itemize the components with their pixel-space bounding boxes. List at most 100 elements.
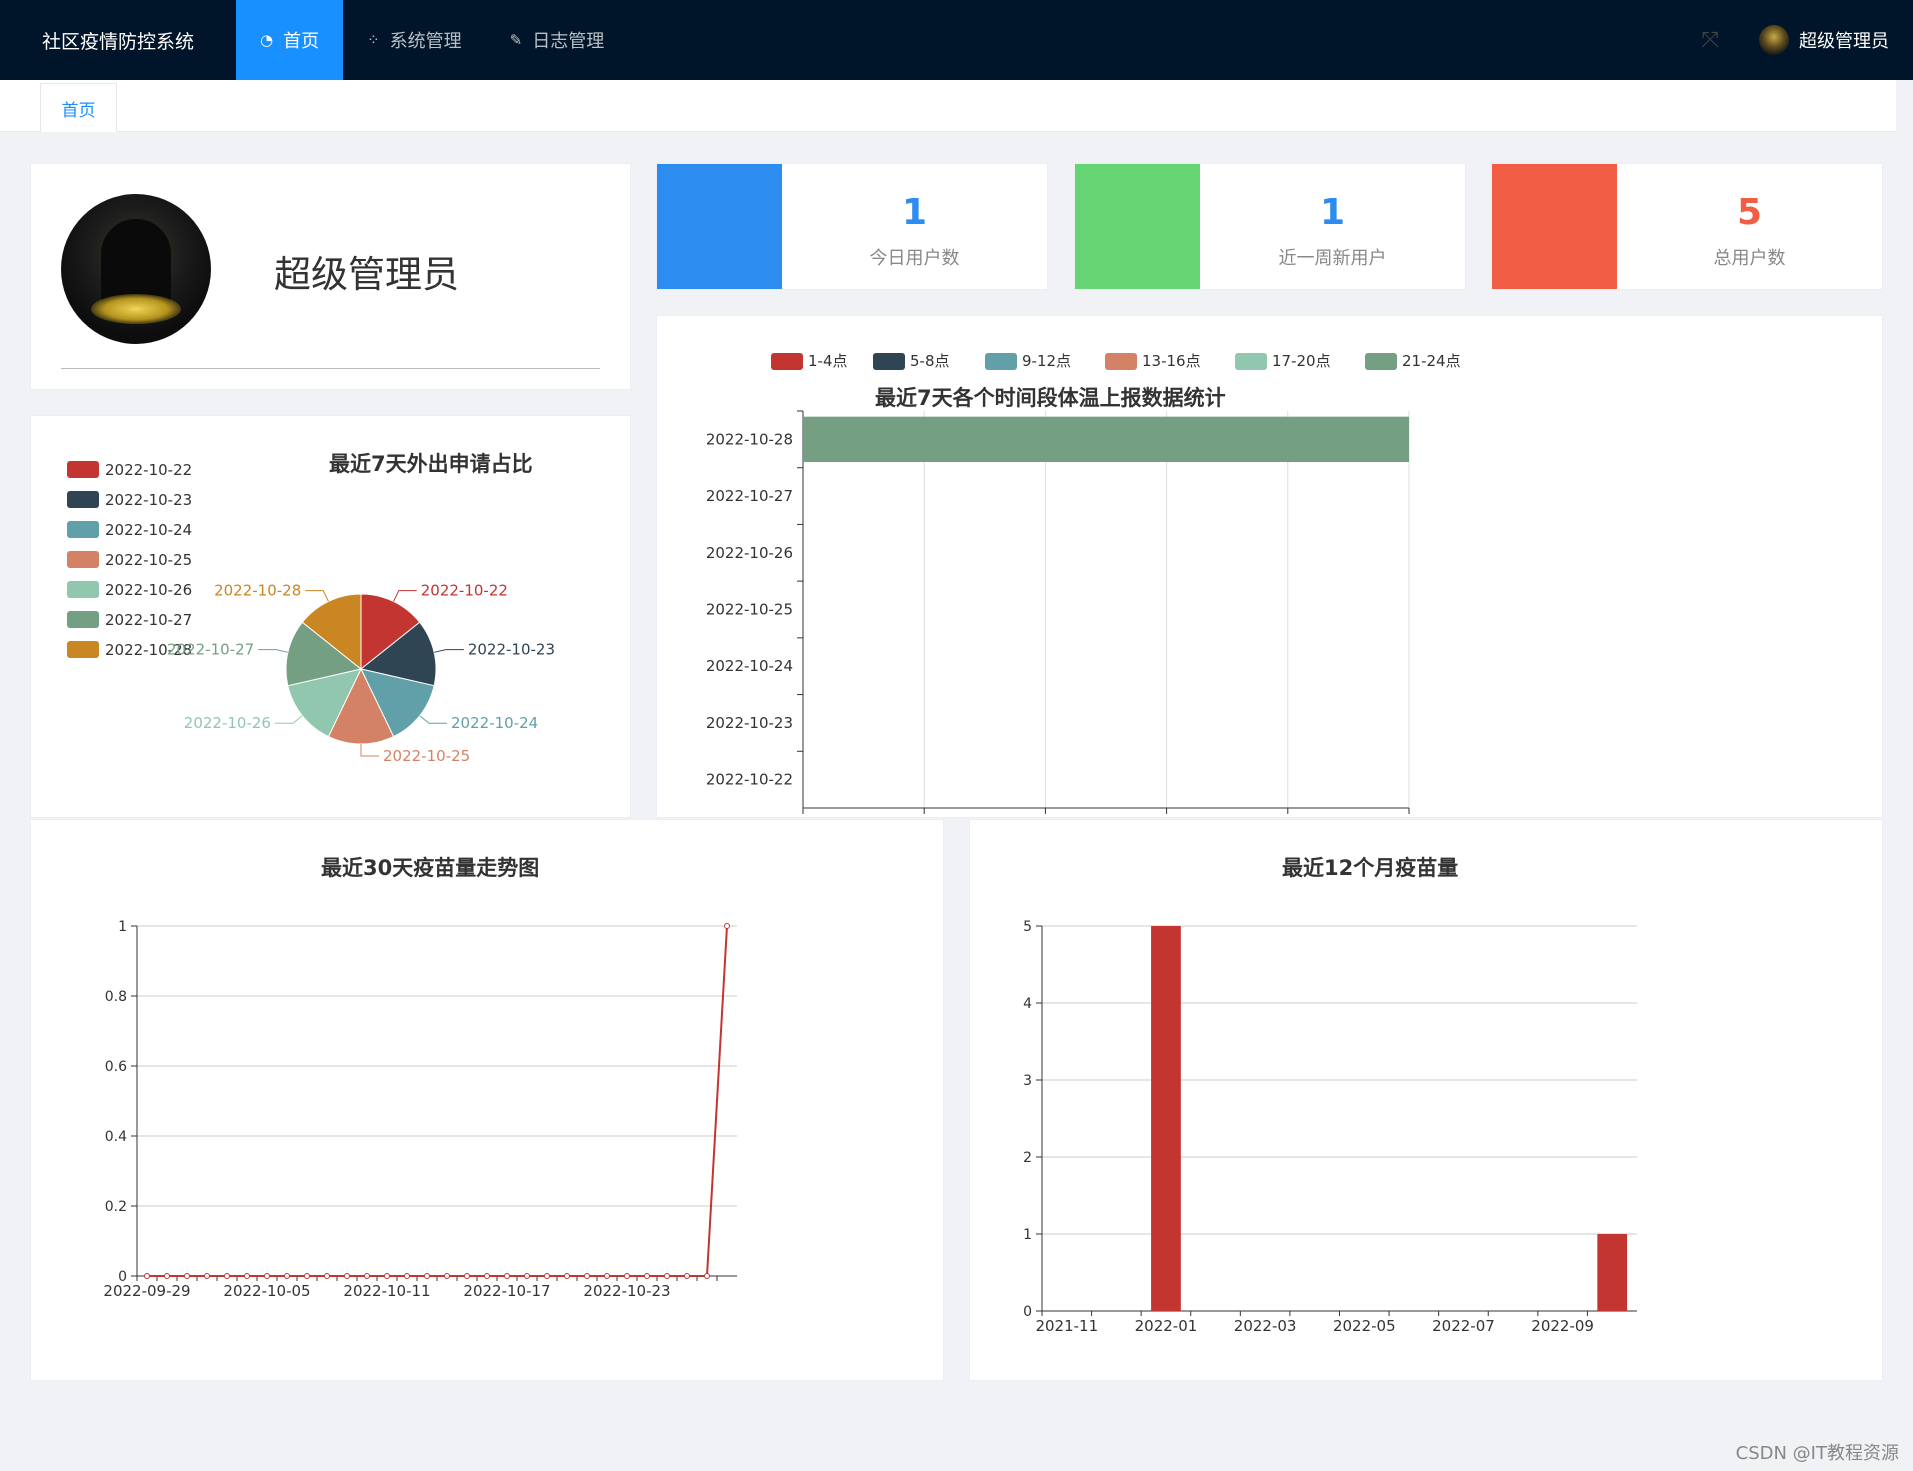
- legend-swatch: [67, 461, 99, 478]
- legend-label: 21-24点: [1402, 352, 1461, 370]
- legend-label: 2022-10-26: [105, 581, 192, 599]
- stat-card-total: 5 总用户数: [1491, 163, 1883, 290]
- x-tick-label: 2022-09-29: [103, 1282, 190, 1300]
- user-area: ⤧ 超级管理员: [1701, 0, 1889, 80]
- tabs-bar: 首页: [0, 80, 1896, 132]
- vaccine-trend-card: 最近30天疫苗量走势图 0 0.2 0.4 0.6 0.8 1 2022-09-29 2022…: [30, 819, 944, 1381]
- top-navbar: 社区疫情防控系统 ◔ 首页 ⁘ 系统管理 ✎ 日志管理 ⤧ 超级管理员: [0, 0, 1913, 80]
- legend-label: 2022-10-27: [105, 611, 192, 629]
- data-point: [704, 1273, 710, 1279]
- x-tick-label: 2022-03: [1234, 1317, 1297, 1335]
- legend-swatch: [67, 641, 99, 658]
- pie-label: 2022-10-22: [421, 582, 508, 600]
- nav-item-system[interactable]: ⁘ 系统管理: [343, 0, 486, 80]
- vaccine-monthly-card: 最近12个月疫苗量 0 1 2 3 4 5 2021-11 2022-01 2022-03 202…: [969, 819, 1883, 1381]
- profile-avatar: [61, 194, 211, 344]
- pie-label: 2022-10-26: [184, 714, 271, 732]
- tab-home[interactable]: 首页: [40, 83, 117, 132]
- temperature-chart-card: 最近7天各个时间段体温上报数据统计 1-4点 5-8点 9-12点 13-16点 17-…: [656, 315, 1883, 818]
- y-tick-label: 0: [1023, 1304, 1032, 1320]
- legend-swatch: [67, 581, 99, 598]
- legend-swatch: [67, 521, 99, 538]
- legend-label: 1-4点: [808, 352, 848, 370]
- stat-value: 1: [1319, 192, 1346, 233]
- pie-label-line: [393, 590, 417, 602]
- stat-card-today: 1 今日用户数: [656, 163, 1048, 290]
- pie-label-line: [274, 715, 303, 724]
- pie-chart-card: 最近7天外出申请占比 2022-10-22 2022-10-23 2022-10-2…: [30, 415, 631, 818]
- pie-label: 2022-10-25: [383, 747, 470, 765]
- data-point: [604, 1273, 610, 1279]
- data-point: [144, 1273, 150, 1279]
- data-point: [204, 1273, 210, 1279]
- pie-label-line: [258, 649, 288, 653]
- y-tick-label: 2022-10-28: [706, 430, 793, 448]
- nav-item-logs[interactable]: ✎ 日志管理: [486, 0, 629, 80]
- stat-label: 今日用户数: [869, 248, 960, 269]
- data-point: [444, 1273, 450, 1279]
- data-point: [244, 1273, 250, 1279]
- temperature-bar-chart: 1-4点 5-8点 9-12点 13-16点 17-20点 21-24点 2022-10-2…: [706, 352, 1461, 814]
- fullscreen-icon[interactable]: ⤧: [1701, 28, 1719, 53]
- avatar[interactable]: [1759, 25, 1789, 55]
- data-point: [524, 1273, 530, 1279]
- data-point: [624, 1273, 630, 1279]
- pie-label: 2022-10-23: [468, 641, 555, 659]
- main-nav: ◔ 首页 ⁘ 系统管理 ✎ 日志管理: [236, 0, 628, 80]
- legend-swatch: [1365, 353, 1397, 370]
- edit-icon: ✎: [509, 31, 523, 49]
- stat-color-block: [1492, 164, 1617, 289]
- x-tick-label: 2022-10-17: [463, 1282, 550, 1300]
- data-point: [324, 1273, 330, 1279]
- data-point: [224, 1273, 230, 1279]
- y-tick-label: 1: [118, 919, 127, 935]
- x-tick-label: 2022-05: [1333, 1317, 1396, 1335]
- dashboard-icon: ◔: [260, 31, 274, 49]
- data-point: [384, 1273, 390, 1279]
- bar: [1597, 1234, 1628, 1311]
- vaccine-bar-chart: 0 1 2 3 4 5 2021-11 2022-01 2022-03 2022-05 2022-0…: [1023, 919, 1637, 1335]
- pie-label: 2022-10-24: [451, 714, 538, 732]
- stat-label: 近一周新用户: [1278, 248, 1387, 269]
- pie-label-line: [360, 744, 379, 757]
- user-name[interactable]: 超级管理员: [1799, 27, 1889, 53]
- data-point: [584, 1273, 590, 1279]
- apps-icon: ⁘: [367, 31, 380, 49]
- legend-swatch: [1235, 353, 1267, 370]
- data-point: [424, 1273, 430, 1279]
- pie-label: 2022-10-27: [167, 641, 254, 659]
- data-point: [404, 1273, 410, 1279]
- profile-name: 超级管理员: [274, 253, 459, 296]
- legend-label: 9-12点: [1022, 352, 1071, 370]
- y-tick-label: 0.4: [105, 1129, 127, 1145]
- data-point: [644, 1273, 650, 1279]
- y-tick-label: 3: [1023, 1073, 1032, 1089]
- data-point: [544, 1273, 550, 1279]
- data-point: [684, 1273, 690, 1279]
- x-tick-label: 2022-10-05: [223, 1282, 310, 1300]
- legend-label: 2022-10-25: [105, 551, 192, 569]
- y-tick-label: 2: [1023, 1150, 1032, 1166]
- legend-swatch: [985, 353, 1017, 370]
- nav-item-home[interactable]: ◔ 首页: [236, 0, 344, 80]
- legend-label: 17-20点: [1272, 352, 1331, 370]
- y-tick-label: 2022-10-23: [706, 714, 793, 732]
- nav-item-label: 系统管理: [389, 31, 462, 52]
- laptop-glow: [91, 294, 181, 324]
- app-title: 社区疫情防控系统: [41, 30, 194, 53]
- profile-card: 超级管理员: [30, 163, 631, 390]
- pie-label-line: [305, 590, 329, 602]
- y-tick-label: 2022-10-27: [706, 487, 793, 505]
- legend-swatch: [1105, 353, 1137, 370]
- stat-color-block: [1075, 164, 1200, 289]
- legend-swatch: [67, 611, 99, 628]
- data-point: [284, 1273, 290, 1279]
- y-tick-label: 4: [1023, 996, 1032, 1012]
- data-point: [264, 1273, 270, 1279]
- legend-label: 2022-10-22: [105, 461, 192, 479]
- data-point: [344, 1273, 350, 1279]
- stat-label: 总用户数: [1713, 248, 1786, 269]
- x-tick-label: 2021-11: [1035, 1317, 1098, 1335]
- pie-chart: 2022-10-22 2022-10-23 2022-10-24 2022-10-25…: [67, 461, 555, 765]
- legend-swatch: [873, 353, 905, 370]
